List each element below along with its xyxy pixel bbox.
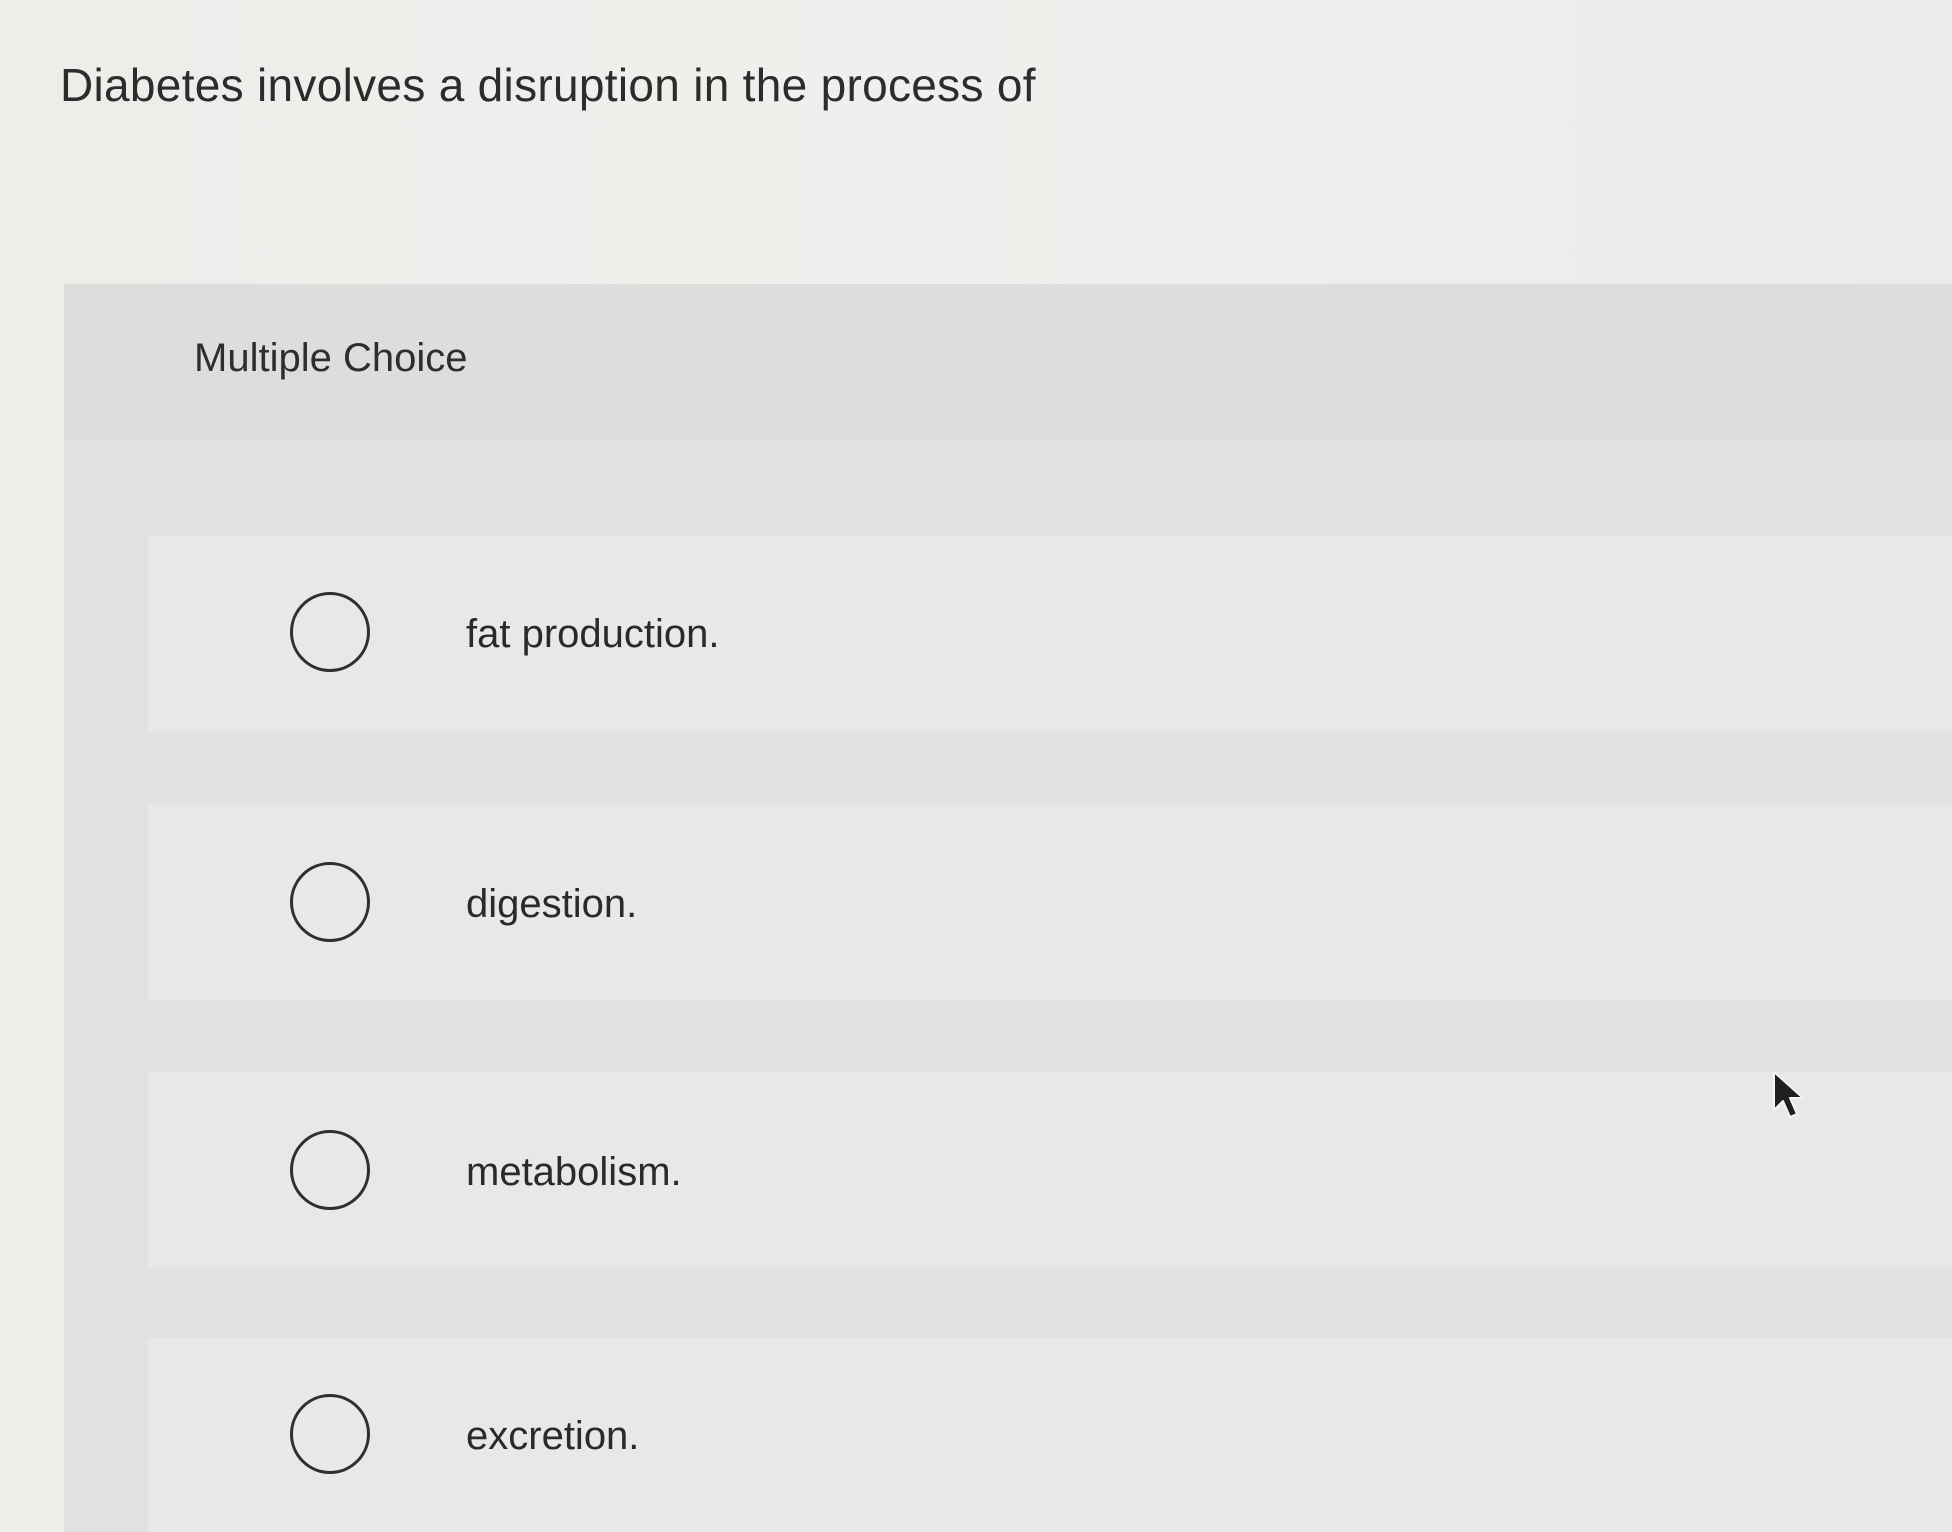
question-prompt: Diabetes involves a disruption in the pr… <box>60 59 1036 111</box>
answer-option-label[interactable]: digestion. <box>466 882 637 927</box>
mouse-pointer-icon <box>1773 1071 1804 1118</box>
answer-option-excretion[interactable]: excretion. <box>148 1338 1952 1532</box>
multiple-choice-panel: Multiple Choice fat production. digestio… <box>64 284 1952 1532</box>
answer-option-label[interactable]: metabolism. <box>466 1150 682 1195</box>
radio-circle-icon[interactable] <box>290 1130 370 1210</box>
radio-circle-icon[interactable] <box>290 862 370 942</box>
answer-option-digestion[interactable]: digestion. <box>148 804 1952 1000</box>
answer-option-label[interactable]: fat production. <box>466 612 720 657</box>
answer-option-metabolism[interactable]: metabolism. <box>148 1072 1952 1268</box>
question-page: Diabetes involves a disruption in the pr… <box>0 0 1952 1532</box>
question-type-label: Multiple Choice <box>194 336 468 380</box>
radio-circle-icon[interactable] <box>290 592 370 672</box>
panel-header: Multiple Choice <box>64 284 1952 440</box>
answer-option-fat-production[interactable]: fat production. <box>148 536 1952 732</box>
answer-option-label[interactable]: excretion. <box>466 1414 639 1459</box>
radio-circle-icon[interactable] <box>290 1394 370 1474</box>
